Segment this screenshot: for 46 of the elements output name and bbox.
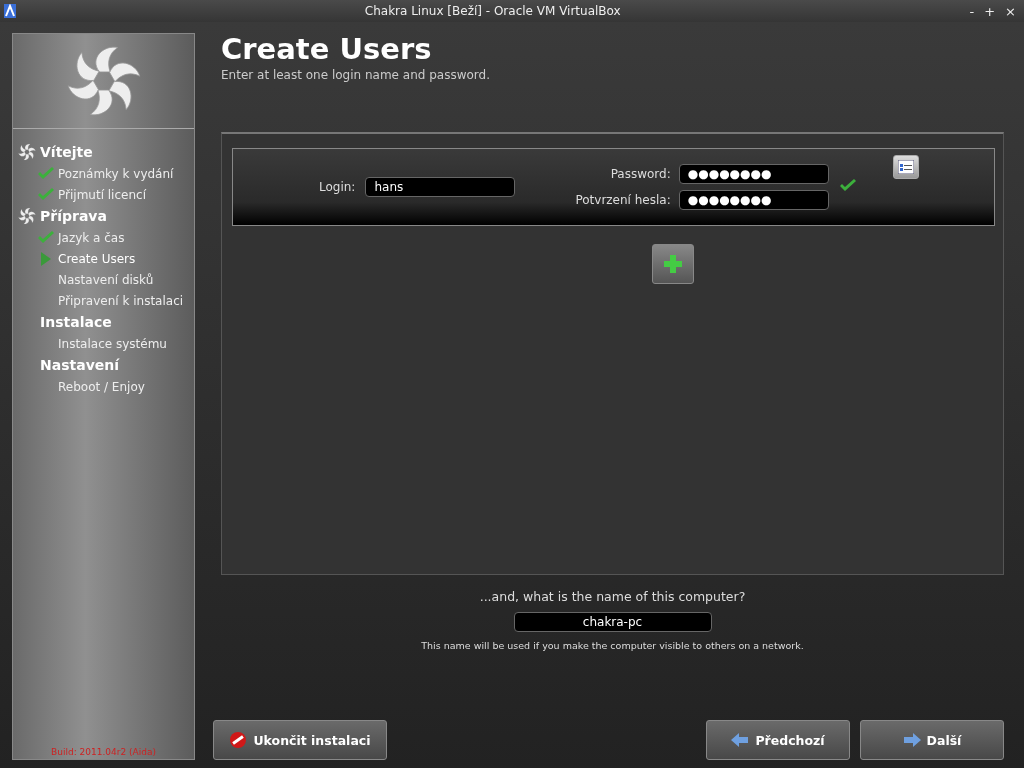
login-field[interactable]: hans: [365, 177, 516, 197]
form-icon: [897, 160, 914, 174]
add-user-button[interactable]: [651, 244, 694, 284]
check-icon: [37, 166, 55, 181]
sidebar-item: Jazyk a čas: [58, 230, 125, 245]
arrow-right-icon: [902, 733, 921, 747]
hostname-hint: This name will be used if you make the computer visible to others on a network.: [421, 640, 804, 651]
sidebar-item: Nastavení disků: [58, 272, 154, 287]
pinwheel-icon: [18, 207, 36, 225]
sidebar-item: Reboot / Enjoy: [58, 379, 145, 394]
no-entry-icon: [229, 731, 248, 749]
password-label: Password:: [609, 167, 671, 181]
page-subtitle: Enter at least one login name and password.: [221, 68, 491, 82]
window-control[interactable]: -: [969, 3, 975, 19]
window-title: Chakra Linux [Beží] - Oracle VM VirtualBox: [363, 4, 622, 18]
password-field[interactable]: ●●●●●●●●: [678, 164, 829, 184]
window-control[interactable]: +: [984, 3, 996, 19]
plus-icon: [663, 255, 682, 273]
sidebar-item: Instalace systému: [58, 336, 167, 351]
check-icon: [37, 230, 55, 245]
details-button[interactable]: [892, 155, 919, 179]
check-icon: [838, 178, 857, 193]
confirm-label: Potvrzení hesla:: [575, 193, 671, 207]
sidebar-group: Vítejte: [40, 144, 93, 160]
pinwheel-icon: [18, 143, 36, 161]
sidebar-item: Create Users: [58, 251, 136, 266]
sidebar-item: Připravení k instalaci: [58, 293, 184, 308]
sidebar-group: Instalace: [40, 314, 112, 330]
page-title: Create Users: [221, 32, 433, 66]
confirm-field[interactable]: ●●●●●●●●: [678, 190, 829, 210]
play-icon: [41, 251, 51, 266]
sidebar-item: Poznámky k vydání: [58, 166, 174, 181]
sidebar-group: Příprava: [40, 208, 107, 224]
next-button[interactable]: Další: [860, 720, 1004, 760]
sidebar-item: Přijmutí licencí: [58, 187, 146, 202]
hostname-field[interactable]: chakra-pc: [513, 612, 712, 632]
check-icon: [37, 187, 55, 202]
sidebar-group: Nastavení: [40, 357, 120, 373]
cancel-button[interactable]: Ukončit instalaci: [213, 720, 387, 760]
back-button[interactable]: Předchozí: [706, 720, 850, 760]
login-label: Login:: [319, 180, 356, 194]
build-label: Build: 2011.04r2 (Aida): [50, 747, 157, 757]
app-icon: [4, 4, 16, 18]
hostname-question: ...and, what is the name of this computer?: [479, 589, 746, 604]
window-control[interactable]: ×: [1005, 3, 1016, 19]
arrow-left-icon: [731, 733, 750, 747]
